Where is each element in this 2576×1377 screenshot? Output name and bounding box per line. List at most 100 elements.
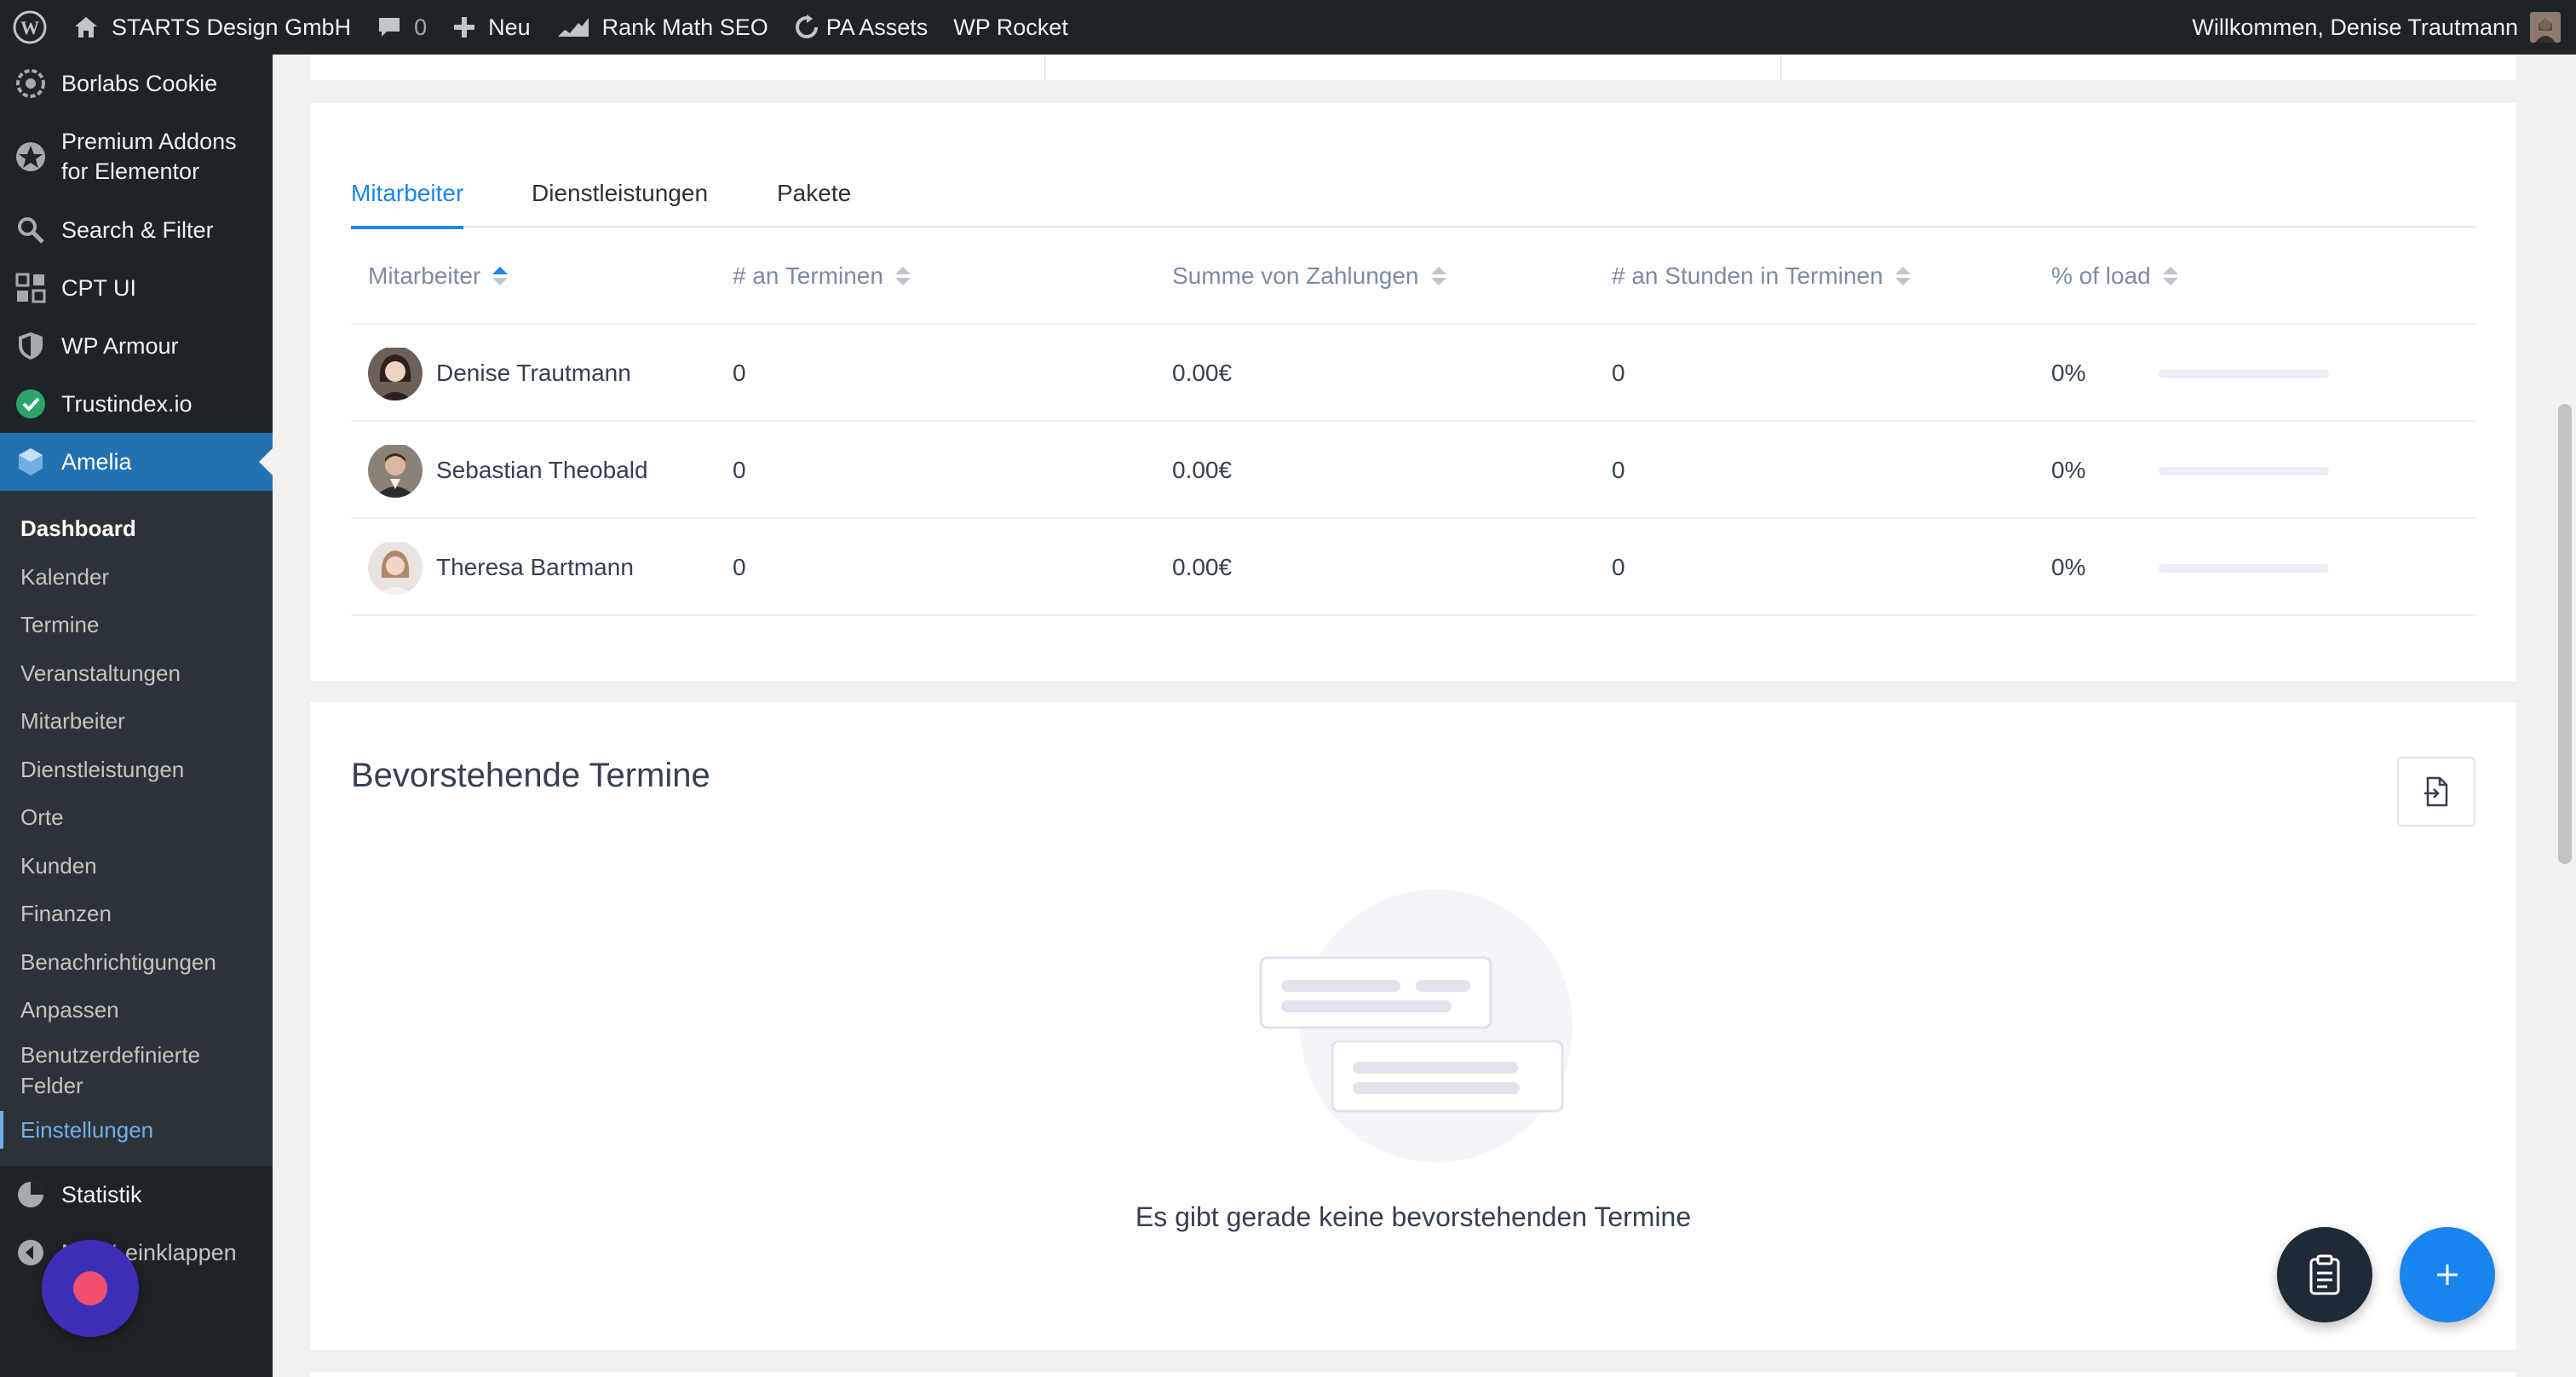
- site-name-link[interactable]: STARTS Design GmbH: [60, 0, 364, 55]
- menu-trustindex[interactable]: Trustindex.io: [0, 375, 273, 433]
- submenu-veranstaltungen[interactable]: Veranstaltungen: [0, 649, 273, 698]
- menu-label: Trustindex.io: [61, 390, 193, 417]
- submenu-einstellungen[interactable]: Einstellungen: [0, 1106, 273, 1155]
- submenu-kalender[interactable]: Kalender: [0, 553, 273, 602]
- submenu-dienstleistungen[interactable]: Dienstleistungen: [0, 746, 273, 794]
- submenu-mitarbeiter[interactable]: Mitarbeiter: [0, 697, 273, 746]
- column-label: # an Stunden in Terminen: [1612, 262, 1883, 289]
- hours-count: 0: [1612, 457, 1625, 483]
- sort-icon: [2162, 267, 2178, 285]
- employee-cell: Sebastian Theobald: [368, 422, 648, 519]
- tab-dienstleistungen[interactable]: Dienstleistungen: [532, 171, 708, 228]
- clipboard-button[interactable]: [2277, 1227, 2372, 1322]
- employee-stats-card: Mitarbeiter Dienstleistungen Pakete Mita…: [310, 103, 2516, 681]
- menu-premium-addons[interactable]: Premium Addons for Elementor: [0, 112, 273, 201]
- comment-icon: [379, 18, 400, 37]
- appointments-count: 0: [733, 457, 746, 483]
- menu-cpt-ui[interactable]: CPT UI: [0, 259, 273, 317]
- employee-avatar: [368, 540, 423, 595]
- hours-count: 0: [1612, 360, 1625, 386]
- sort-icon: [894, 267, 911, 285]
- menu-label: Borlabs Cookie: [61, 70, 218, 96]
- column-header-appointments[interactable]: # an Terminen: [733, 228, 911, 325]
- employee-avatar: [368, 346, 423, 400]
- pa-assets-link[interactable]: PA Assets: [781, 0, 941, 55]
- column-header-payments[interactable]: Summe von Zahlungen: [1172, 228, 1446, 325]
- appointments-count: 0: [733, 360, 746, 386]
- wordpress-logo-icon[interactable]: W: [0, 0, 60, 55]
- submenu-benachrichtigungen[interactable]: Benachrichtigungen: [0, 938, 273, 987]
- column-header-load[interactable]: % of load: [2051, 228, 2178, 325]
- column-label: Summe von Zahlungen: [1172, 262, 1419, 289]
- plus-icon: [2437, 1265, 2458, 1285]
- tab-pakete[interactable]: Pakete: [777, 171, 851, 228]
- sort-icon: [1895, 267, 1911, 285]
- table-row[interactable]: Theresa Bartmann 0 0.00€ 0 0%: [351, 519, 2475, 616]
- submenu-dashboard[interactable]: Dashboard: [0, 504, 273, 553]
- employee-name: Theresa Bartmann: [436, 554, 634, 580]
- site-name: STARTS Design GmbH: [112, 14, 352, 40]
- rank-math-link[interactable]: Rank Math SEO: [543, 0, 781, 55]
- export-icon: [2424, 776, 2448, 807]
- admin-sidebar: Borlabs Cookie Premium Addons for Elemen…: [0, 55, 273, 1377]
- record-button[interactable]: [42, 1240, 139, 1337]
- column-header-employee[interactable]: Mitarbeiter: [368, 228, 509, 325]
- submenu-kunden[interactable]: Kunden: [0, 842, 273, 890]
- comments-count: 0: [414, 14, 428, 40]
- my-account[interactable]: Willkommen, Denise Trautmann: [2192, 0, 2576, 55]
- amelia-submenu: Dashboard Kalender Termine Veranstaltung…: [0, 491, 273, 1166]
- load-percent: 0%: [2051, 360, 2086, 386]
- record-dot-icon: [73, 1271, 107, 1305]
- tab-mitarbeiter[interactable]: Mitarbeiter: [351, 171, 464, 229]
- section-title: Bevorstehende Termine: [351, 757, 710, 794]
- submenu-termine[interactable]: Termine: [0, 601, 273, 649]
- plus-icon: [454, 17, 475, 37]
- add-button[interactable]: [2400, 1227, 2495, 1322]
- wp-rocket-link[interactable]: WP Rocket: [940, 0, 1081, 55]
- pie-chart-icon: [14, 1178, 48, 1212]
- user-avatar: [2530, 12, 2561, 43]
- column-label: Mitarbeiter: [368, 262, 481, 289]
- menu-wp-armour[interactable]: WP Armour: [0, 317, 273, 375]
- scrollbar-thumb[interactable]: [2558, 404, 2572, 864]
- menu-statistik[interactable]: Statistik: [0, 1166, 273, 1224]
- trustindex-icon: [14, 387, 48, 421]
- table-row[interactable]: Denise Trautmann 0 0.00€ 0 0%: [351, 325, 2475, 422]
- menu-borlabs-cookie[interactable]: Borlabs Cookie: [0, 55, 273, 112]
- column-header-hours[interactable]: # an Stunden in Terminen: [1612, 228, 1911, 325]
- page-scrollbar[interactable]: [2554, 55, 2576, 1377]
- home-icon: [75, 17, 97, 37]
- menu-label: Amelia: [61, 448, 132, 475]
- comments-link[interactable]: 0: [364, 0, 440, 55]
- appointments-count: 0: [733, 554, 746, 580]
- search-icon: [14, 213, 48, 247]
- employee-table: Mitarbeiter # an Terminen Summe von Zahl…: [351, 228, 2475, 616]
- table-row[interactable]: Sebastian Theobald 0 0.00€ 0 0%: [351, 422, 2475, 519]
- empty-state-illustration: [1247, 890, 1588, 1184]
- upcoming-appointments-card: Bevorstehende Termine Es gibt gerade kei…: [310, 702, 2516, 1350]
- column-label: % of load: [2051, 262, 2151, 289]
- export-button[interactable]: [2397, 757, 2475, 827]
- load-percent: 0%: [2051, 554, 2086, 580]
- submenu-orte[interactable]: Orte: [0, 793, 273, 842]
- cookie-icon: [14, 66, 48, 101]
- menu-search-filter[interactable]: Search & Filter: [0, 201, 273, 259]
- submenu-benutzerdefinierte-felder[interactable]: Benutzerdefinierte Felder: [0, 1034, 230, 1106]
- hours-count: 0: [1612, 554, 1625, 580]
- load-percent: 0%: [2051, 457, 2086, 483]
- admin-bar: W STARTS Design GmbH 0 Neu Rank Math SEO…: [0, 0, 2576, 55]
- new-content-link[interactable]: Neu: [440, 0, 543, 55]
- load-progress-bar: [2159, 467, 2329, 475]
- menu-label: CPT UI: [61, 274, 137, 301]
- pa-assets-label: PA Assets: [825, 14, 929, 40]
- menu-label: Statistik: [61, 1181, 142, 1207]
- menu-amelia[interactable]: Amelia: [0, 433, 273, 491]
- rank-math-icon: [557, 18, 589, 37]
- employee-name: Denise Trautmann: [436, 360, 631, 386]
- column-label: # an Terminen: [733, 262, 883, 289]
- submenu-anpassen[interactable]: Anpassen: [0, 986, 273, 1034]
- submenu-finanzen[interactable]: Finanzen: [0, 890, 273, 938]
- rank-math-label: Rank Math SEO: [601, 14, 768, 40]
- stats-tabs: Mitarbeiter Dienstleistungen Pakete: [351, 171, 2475, 229]
- employee-cell: Theresa Bartmann: [368, 519, 634, 616]
